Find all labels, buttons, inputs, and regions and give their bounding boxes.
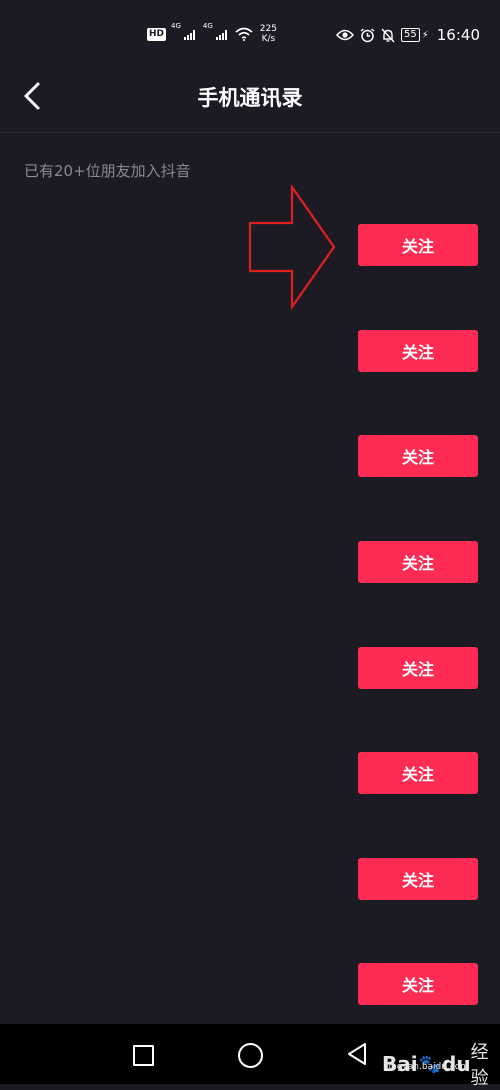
status-bar: HD 4G 4G 225 K/s 55 ⚡ 16:40 <box>0 0 500 60</box>
home-icon[interactable] <box>238 1043 263 1068</box>
speed-unit: K/s <box>261 34 276 44</box>
recent-apps-icon[interactable] <box>133 1045 154 1066</box>
signal-icon <box>183 30 195 40</box>
wifi-icon <box>235 27 253 41</box>
network-speed: 225 K/s <box>260 24 277 44</box>
status-left: HD 4G 4G 225 K/s <box>147 22 277 44</box>
follow-button[interactable]: 关注 <box>358 647 478 689</box>
clock: 16:40 <box>436 26 480 44</box>
alarm-icon <box>360 27 375 42</box>
watermark-brand-cn: 经验 <box>470 1042 489 1089</box>
network-type-1: 4G <box>171 22 181 30</box>
watermark-url: jingyan.baidu.com <box>386 1062 470 1072</box>
follow-button[interactable]: 关注 <box>358 963 478 1005</box>
charging-icon: ⚡ <box>421 29 429 41</box>
nav-back-icon[interactable] <box>345 1042 369 1066</box>
page-title: 手机通讯录 <box>197 86 303 110</box>
hd-badge: HD <box>147 27 167 41</box>
follow-button[interactable]: 关注 <box>358 752 478 794</box>
network-type-2: 4G <box>202 22 213 30</box>
battery-icon: 55 <box>401 28 420 42</box>
annotation-arrow-icon <box>248 185 336 310</box>
system-nav-bar: Bai 🐾 du 经验 jingyan.baidu.com <box>0 1024 500 1089</box>
header: 手机通讯录 <box>0 60 500 133</box>
follow-button[interactable]: 关注 <box>358 224 478 266</box>
friends-count-text: 已有20+位朋友加入抖音 <box>24 162 191 180</box>
signal-icon <box>215 30 227 40</box>
follow-button[interactable]: 关注 <box>358 330 478 372</box>
eye-icon <box>336 29 354 41</box>
follow-button[interactable]: 关注 <box>358 858 478 900</box>
speed-value: 225 <box>259 24 277 34</box>
follow-button[interactable]: 关注 <box>358 541 478 583</box>
follow-button[interactable]: 关注 <box>358 435 478 477</box>
mute-icon <box>381 28 395 42</box>
status-right: 55 ⚡ 16:40 <box>336 26 480 44</box>
